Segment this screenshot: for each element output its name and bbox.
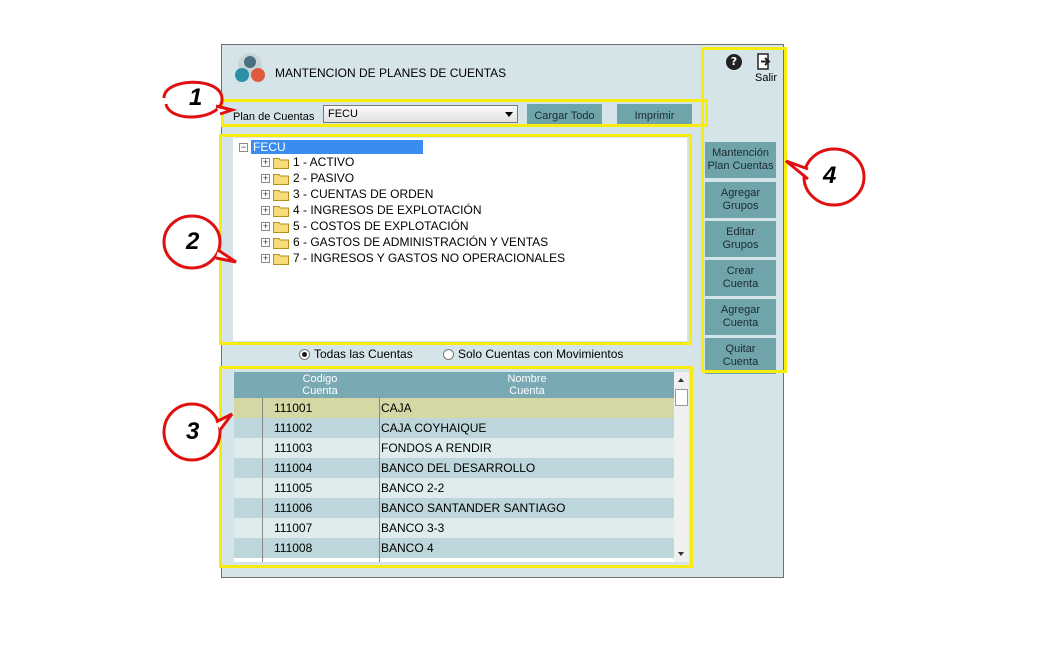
radio-checked-icon[interactable] [299,349,310,360]
filter-movements-radio[interactable]: Solo Cuentas con Movimientos [443,347,623,361]
callout-2 [162,214,237,270]
radio-unchecked-icon[interactable] [443,349,454,360]
callout-3-number: 3 [186,418,200,445]
callout-2-number: 2 [186,228,200,255]
highlight-box-4 [701,47,787,373]
highlight-box-2 [219,134,692,345]
filter-all-label[interactable]: Todas las Cuentas [314,347,413,361]
window-title: MANTENCION DE PLANES DE CUENTAS [275,66,507,80]
callout-4-number: 4 [823,162,837,189]
filter-movements-label[interactable]: Solo Cuentas con Movimientos [458,347,623,361]
callout-3 [162,402,234,462]
filter-all-radio[interactable]: Todas las Cuentas [299,347,413,361]
callout-1-number: 1 [189,84,203,111]
highlight-box-1 [221,99,708,127]
highlight-box-3 [219,366,693,568]
